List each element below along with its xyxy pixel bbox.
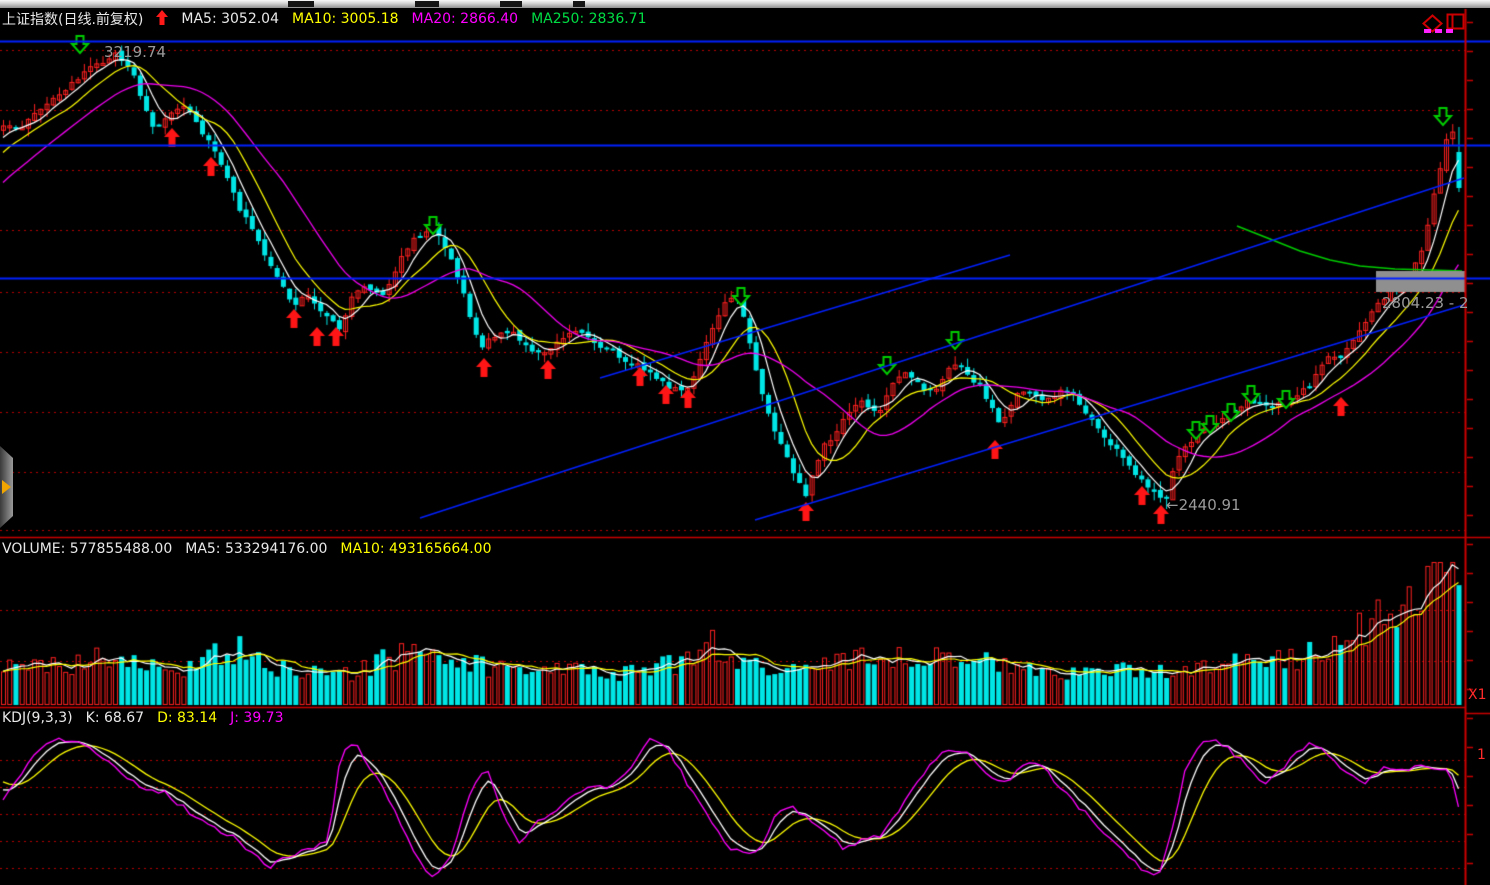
main-chart-header: 上证指数(日线.前复权) MA5: 3052.04 MA10: 3005.18 … [2,9,647,29]
scrollbar-notch [573,1,585,7]
magenta-dot [1424,29,1431,33]
kdj-header: KDJ(9,3,3) K: 68.67 D: 83.14 J: 39.73 [2,710,283,726]
magenta-dot [1435,29,1442,33]
symbol-title: 上证指数(日线.前复权) [2,9,143,29]
ma250-value: MA250: 2836.71 [531,11,646,27]
scrollbar-notch [288,1,314,7]
peak-price-label: 3219.74 [104,43,166,61]
magenta-dot [1446,29,1453,33]
stock-app-window: 上证指数(日线.前复权) MA5: 3052.04 MA10: 3005.18 … [0,0,1490,885]
sidebar-expand-tab[interactable] [0,446,13,528]
scrollbar-notch [415,1,439,7]
scrollbar-notch [500,1,522,7]
kdj-k-value: K: 68.67 [86,710,144,726]
low-price-label: ←2440.91 [1166,496,1241,514]
x1-indicator-label: X1 [1468,687,1487,703]
candlestick-chart-canvas[interactable] [0,0,1490,885]
expand-arrow-icon [2,480,11,494]
vol-ma10-value: MA10: 493165664.00 [340,541,491,557]
kdj-scale-label: 1 [1477,747,1486,763]
kdj-title: KDJ(9,3,3) [2,710,73,726]
vol-ma5-value: MA5: 533294176.00 [185,541,327,557]
price-range-label: 2804.23 - 2 [1382,294,1489,312]
kdj-d-value: D: 83.14 [157,710,217,726]
kdj-j-value: J: 39.73 [230,710,283,726]
volume-header: VOLUME: 577855488.00 MA5: 533294176.00 M… [2,541,491,557]
ellipsis-marker [1424,29,1453,33]
volume-value: VOLUME: 577855488.00 [2,541,172,557]
up-arrow-icon [156,10,168,29]
diamond-tool-icon[interactable] [1422,14,1443,37]
ma10-value: MA10: 3005.18 [292,11,399,27]
top-scrollbar[interactable] [0,0,1490,8]
ma20-value: MA20: 2866.40 [412,11,519,27]
ma5-value: MA5: 3052.04 [181,11,279,27]
